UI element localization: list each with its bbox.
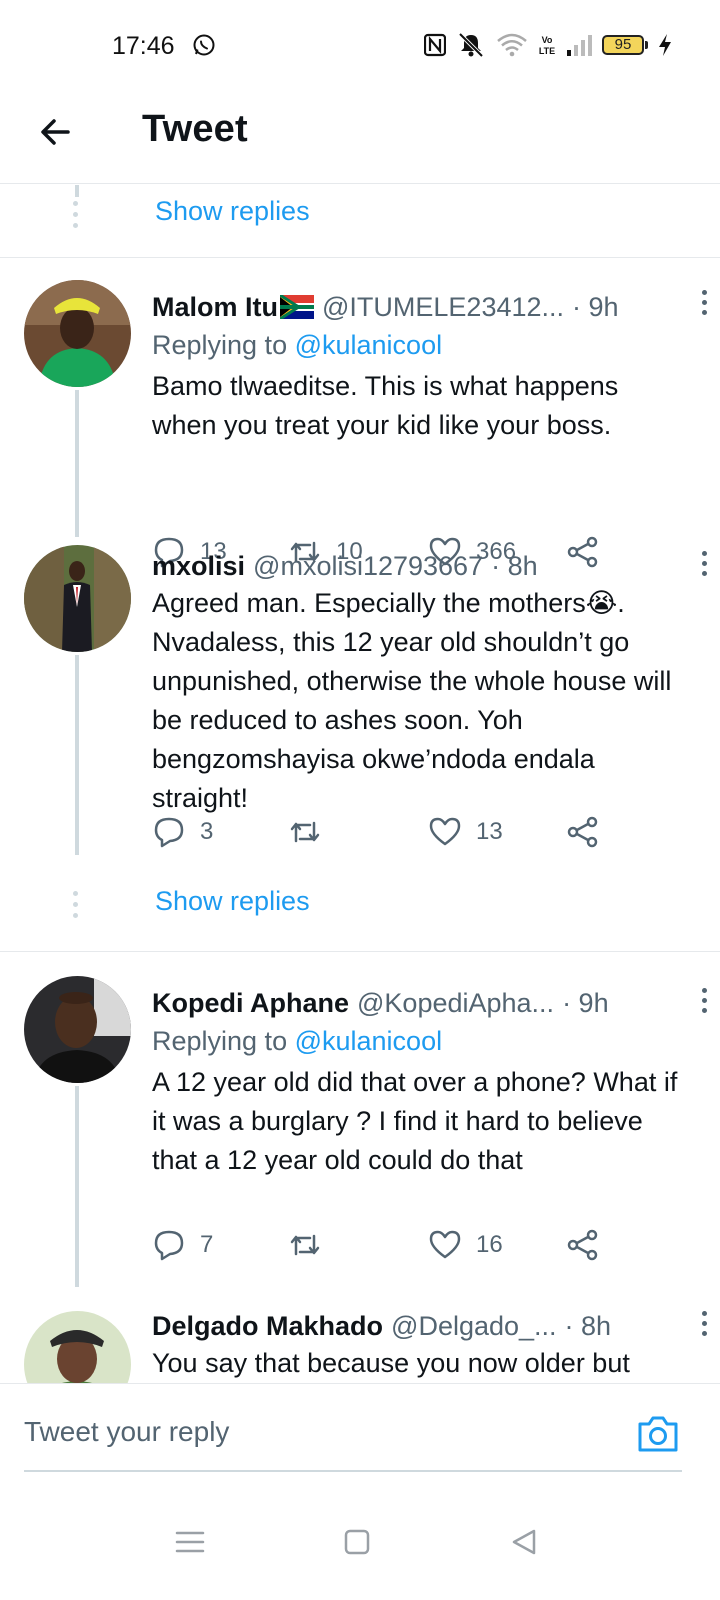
heart-icon <box>429 1230 461 1259</box>
author-handle: @KopediApha... <box>357 987 555 1018</box>
volte-icon: Vo LTE <box>539 35 555 56</box>
share-icon <box>567 1229 598 1261</box>
heart-icon <box>429 817 461 846</box>
retweet-button[interactable] <box>288 815 336 849</box>
author-name[interactable]: Malom Itu <box>152 292 278 323</box>
tweet-actions: 3 13 <box>152 815 612 855</box>
tweet-item[interactable]: Kopedi Aphane @KopediApha... · 9h Replyi… <box>0 952 720 1287</box>
author-name[interactable]: Delgado Makhado <box>152 1311 383 1342</box>
whatsapp-icon <box>193 34 215 56</box>
status-bar: 17:46 Vo LTE 95 <box>0 0 720 90</box>
tweet-text: You say that because you now older but <box>152 1348 630 1378</box>
battery-icon: 95 <box>602 35 648 55</box>
reply-button[interactable]: 7 <box>152 1228 213 1262</box>
tweet-time: · 8h <box>564 1310 612 1341</box>
like-count: 16 <box>476 1231 503 1258</box>
author-handle: @ITUMELE23412... <box>322 291 565 322</box>
like-count: 13 <box>476 818 503 845</box>
tweet-text: Agreed man. Especially the mothers😭. Nva… <box>152 588 672 813</box>
reply-count: 3 <box>200 818 214 845</box>
signal-icon <box>567 35 592 56</box>
show-replies-row: Show replies <box>0 185 720 257</box>
back-arrow-icon[interactable] <box>34 110 78 154</box>
south-africa-flag-icon <box>280 295 314 319</box>
retweet-button[interactable] <box>288 1228 336 1262</box>
retweet-icon <box>290 1234 320 1256</box>
replying-to: Replying to @kulanicool <box>152 330 443 360</box>
tweet-actions: 7 16 <box>152 1228 612 1268</box>
tweet-text: Bamo tlwaeditse. This is what happens wh… <box>152 371 619 440</box>
tweet-text: A 12 year old did that over a phone? Wha… <box>152 1067 678 1175</box>
tweet-item[interactable]: Malom Itu @ITUMELE23412... · 9h Replying… <box>0 258 720 568</box>
reply-count: 7 <box>200 1231 214 1258</box>
replying-to-link[interactable]: @kulanicool <box>295 330 443 360</box>
more-options-icon[interactable] <box>700 290 708 318</box>
like-button[interactable]: 16 <box>428 1228 503 1262</box>
status-icons: Vo LTE 95 <box>424 30 672 60</box>
avatar[interactable] <box>24 280 131 387</box>
system-nav-bar <box>0 1490 720 1600</box>
more-options-icon[interactable] <box>700 988 708 1016</box>
thread-dots <box>73 201 79 237</box>
retweet-icon <box>290 821 320 843</box>
camera-icon[interactable] <box>636 1412 680 1456</box>
show-replies-link[interactable]: Show replies <box>155 196 310 227</box>
author-handle: @mxolisi12793667 <box>253 550 484 581</box>
reply-input[interactable]: Tweet your reply <box>24 1416 229 1448</box>
more-options-icon[interactable] <box>700 1311 708 1339</box>
back-triangle-icon[interactable] <box>508 1526 540 1558</box>
nfc-icon <box>424 33 446 57</box>
replying-to: Replying to @kulanicool <box>152 1026 443 1056</box>
crying-face-emoji: 😭 <box>585 588 618 618</box>
share-button[interactable] <box>566 1228 600 1262</box>
share-icon <box>567 816 598 848</box>
reply-composer: Tweet your reply <box>0 1383 720 1489</box>
charging-icon <box>659 34 671 56</box>
share-button[interactable] <box>566 815 600 849</box>
home-square-icon[interactable] <box>341 1526 373 1558</box>
reply-icon <box>154 817 184 848</box>
tweet-time: · 9h <box>572 291 619 322</box>
reply-button[interactable]: 3 <box>152 815 213 849</box>
menu-icon[interactable] <box>174 1526 206 1558</box>
replying-to-link[interactable]: @kulanicool <box>295 1026 443 1056</box>
avatar[interactable] <box>24 976 131 1083</box>
reply-icon <box>154 1230 184 1261</box>
show-replies-link[interactable]: Show replies <box>155 886 310 917</box>
svg-text:LTE: LTE <box>539 46 555 56</box>
svg-text:Vo: Vo <box>542 35 553 45</box>
page-title: Tweet <box>142 108 248 150</box>
status-time: 17:46 <box>112 32 175 60</box>
top-app-bar: Tweet <box>0 90 720 184</box>
tweet-item[interactable]: mxolisi @mxolisi12793667 · 8h Agreed man… <box>0 515 720 951</box>
tweet-time: · 9h <box>562 987 609 1018</box>
replies-feed[interactable]: Show replies Malom Itu @ITUMELE23412... … <box>0 185 720 1411</box>
mute-icon <box>458 32 484 58</box>
wifi-icon <box>497 33 527 57</box>
author-handle: @Delgado_... <box>391 1310 557 1341</box>
reply-underline <box>24 1470 682 1472</box>
author-name[interactable]: mxolisi <box>152 551 245 582</box>
author-name[interactable]: Kopedi Aphane <box>152 988 349 1019</box>
thread-dots <box>73 891 79 918</box>
like-button[interactable]: 13 <box>428 815 503 849</box>
more-options-icon[interactable] <box>700 551 708 579</box>
avatar[interactable] <box>24 545 131 652</box>
tweet-time: · 8h <box>491 550 538 581</box>
battery-level: 95 <box>602 35 644 55</box>
